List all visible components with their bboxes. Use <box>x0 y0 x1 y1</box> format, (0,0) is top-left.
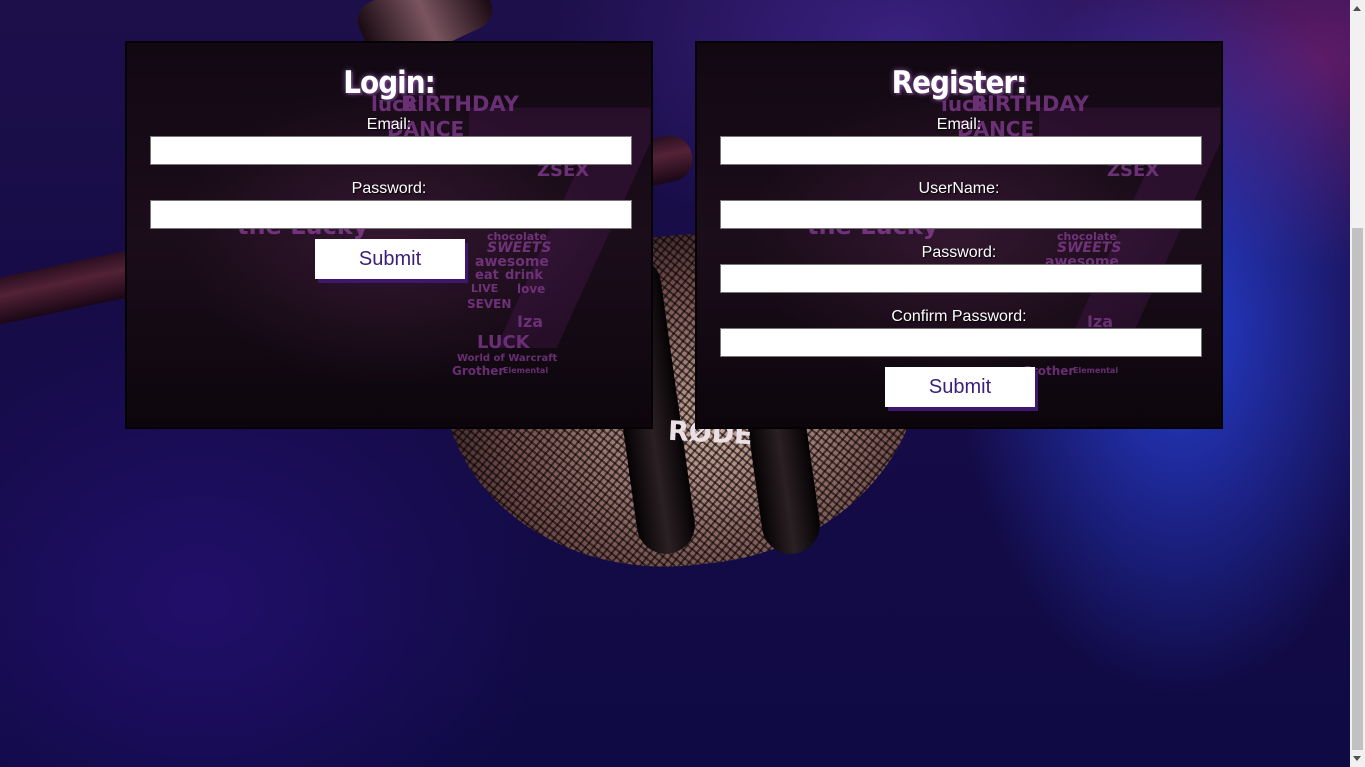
scroll-up-arrow-icon[interactable] <box>1353 6 1361 11</box>
register-email-input[interactable] <box>720 136 1202 165</box>
scrollbar-thumb[interactable] <box>1352 228 1363 750</box>
register-title: Register: <box>891 65 1028 101</box>
login-panel: 7 BIRTHDAY luck DANCE ZSEX the Lucky cho… <box>125 41 653 429</box>
register-panel: 7 BIRTHDAY luck DANCE ZSEX the Lucky cho… <box>695 41 1223 429</box>
login-email-input[interactable] <box>150 136 632 165</box>
login-password-input[interactable] <box>150 200 632 229</box>
register-password-label: Password: <box>921 244 997 261</box>
login-email-label: Email: <box>366 116 412 133</box>
vertical-scrollbar[interactable] <box>1350 0 1365 767</box>
register-confirm-password-label: Confirm Password: <box>891 308 1027 325</box>
register-username-label: UserName: <box>918 180 1000 197</box>
register-confirm-password-input[interactable] <box>720 328 1202 357</box>
login-title: Login: <box>343 65 435 101</box>
register-submit-button[interactable]: Submit <box>885 367 1035 407</box>
login-submit-button[interactable]: Submit <box>315 239 465 279</box>
register-email-label: Email: <box>936 116 982 133</box>
scroll-down-arrow-icon[interactable] <box>1353 756 1361 761</box>
register-username-input[interactable] <box>720 200 1202 229</box>
login-password-label: Password: <box>351 180 427 197</box>
register-password-input[interactable] <box>720 264 1202 293</box>
